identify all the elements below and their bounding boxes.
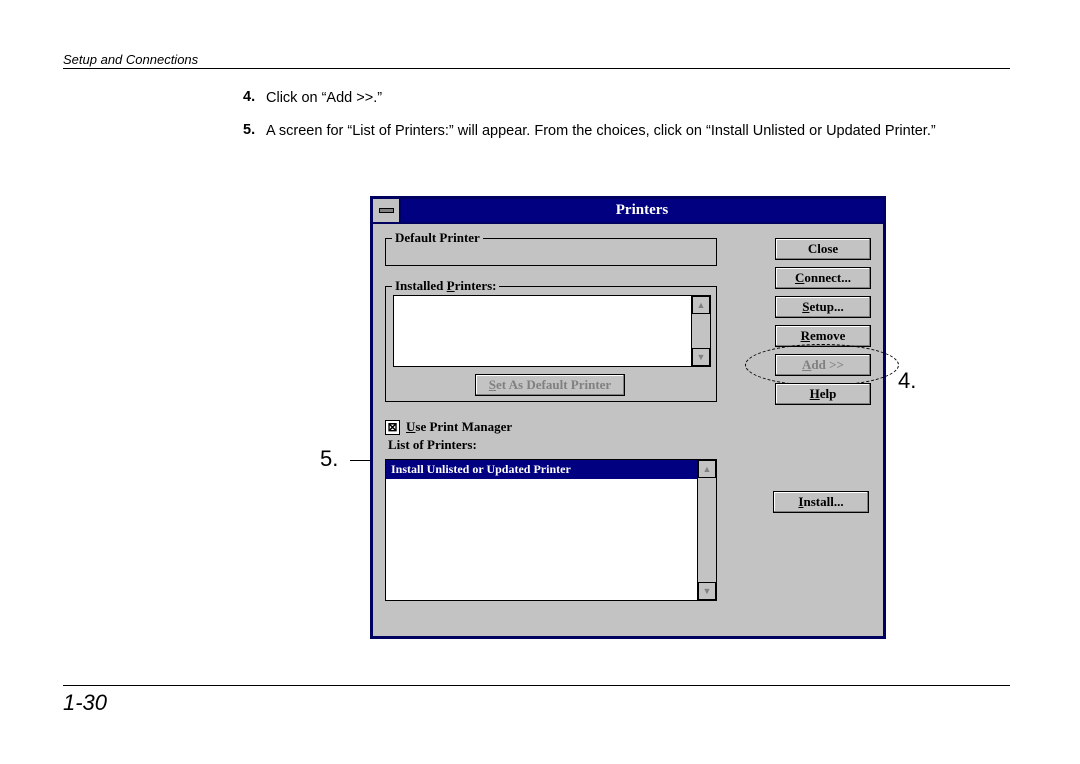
installed-printers-listbox[interactable]: ▲ ▼: [393, 295, 711, 367]
use-print-manager-checkbox[interactable]: ⊠ Use Print Manager: [385, 419, 512, 435]
footer-rule: [63, 685, 1010, 686]
scroll-up-icon[interactable]: ▲: [692, 296, 710, 314]
scroll-down-icon[interactable]: ▼: [692, 348, 710, 366]
header-rule: [63, 68, 1010, 69]
window-title: Printers: [401, 199, 883, 222]
scroll-down-icon[interactable]: ▼: [698, 582, 716, 600]
installed-printers-label: Installed Printers:: [392, 278, 499, 294]
default-printer-group: Default Printer: [385, 238, 717, 266]
connect-button[interactable]: Connect...: [775, 267, 871, 289]
scrollbar[interactable]: ▲ ▼: [691, 296, 710, 366]
system-menu-icon[interactable]: [373, 199, 401, 222]
set-as-default-printer-button[interactable]: Set As Default Printer: [475, 374, 625, 396]
list-of-printers-group: List of Printers: Install Unlisted or Up…: [385, 451, 715, 603]
scrollbar[interactable]: ▲ ▼: [697, 460, 716, 600]
setup-button[interactable]: Setup...: [775, 296, 871, 318]
step-5-text: A screen for “List of Printers:” will ap…: [266, 122, 986, 142]
scroll-up-icon[interactable]: ▲: [698, 460, 716, 478]
callout-5: 5.: [320, 446, 338, 472]
step-5-number: 5.: [243, 122, 255, 138]
help-button[interactable]: Help: [775, 383, 871, 405]
list-of-printers-listbox[interactable]: Install Unlisted or Updated Printer ▲ ▼: [385, 459, 717, 601]
default-printer-label: Default Printer: [392, 230, 483, 246]
remove-button[interactable]: Remove: [775, 325, 871, 347]
list-item-selected[interactable]: Install Unlisted or Updated Printer: [386, 460, 716, 479]
add-button[interactable]: Add >>: [775, 354, 871, 376]
list-of-printers-label: List of Printers:: [385, 437, 480, 453]
install-button[interactable]: Install...: [773, 491, 869, 513]
titlebar: Printers: [373, 199, 883, 224]
page-number: 1-30: [63, 690, 107, 716]
callout-4: 4.: [898, 368, 916, 394]
close-button[interactable]: Close: [775, 238, 871, 260]
printers-window: Printers Default Printer Installed Print…: [370, 196, 886, 639]
step-4-number: 4.: [243, 89, 255, 105]
checkbox-icon[interactable]: ⊠: [385, 420, 400, 435]
running-header: Setup and Connections: [63, 52, 198, 67]
step-4-text: Click on “Add >>.”: [266, 89, 986, 109]
